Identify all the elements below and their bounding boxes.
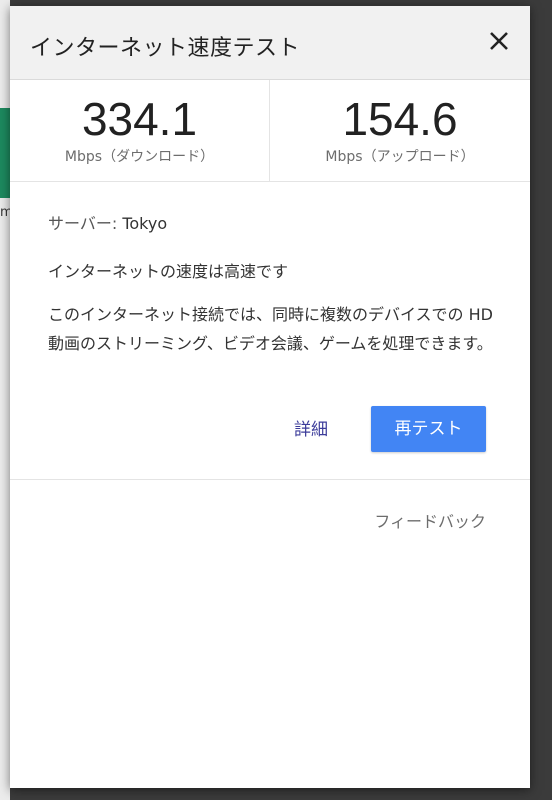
server-info: サーバー: Tokyo xyxy=(48,210,167,234)
close-icon xyxy=(490,32,508,50)
download-speed-value: 334.1 xyxy=(81,93,198,145)
download-speed-unit: Mbps（ダウンロード） xyxy=(64,149,215,165)
details-link[interactable]: 詳細 xyxy=(294,415,328,440)
dialog-header: インターネット速度テスト xyxy=(10,6,530,80)
server-label: サーバー: xyxy=(48,214,123,233)
speed-description: このインターネット接続では、同時に複数のデバイスでの HD 動画のストリーミング… xyxy=(48,305,493,353)
background-image-fragment xyxy=(0,108,10,198)
background-page-edge: m xyxy=(0,0,10,800)
close-button[interactable] xyxy=(484,26,514,56)
speed-status: インターネットの速度は高速です xyxy=(48,262,289,281)
upload-metric: 154.6 Mbps（アップロード） xyxy=(270,80,530,181)
speed-test-dialog: インターネット速度テスト 334.1 Mbps（ダウンロード） 154.6 Mb… xyxy=(10,6,530,788)
upload-speed-value: 154.6 xyxy=(342,93,458,145)
server-value: Tokyo xyxy=(122,214,168,233)
speed-metrics: 334.1 Mbps（ダウンロード） 154.6 Mbps（アップロード） xyxy=(10,80,530,182)
footer-divider xyxy=(10,479,530,480)
retest-button[interactable]: 再テスト xyxy=(371,406,486,452)
feedback-link[interactable]: フィードバック xyxy=(374,508,486,532)
download-metric: 334.1 Mbps（ダウンロード） xyxy=(10,80,270,181)
dialog-title: インターネット速度テスト xyxy=(30,36,301,61)
background-text-fragment: m xyxy=(0,205,10,219)
upload-speed-unit: Mbps（アップロード） xyxy=(325,149,475,165)
